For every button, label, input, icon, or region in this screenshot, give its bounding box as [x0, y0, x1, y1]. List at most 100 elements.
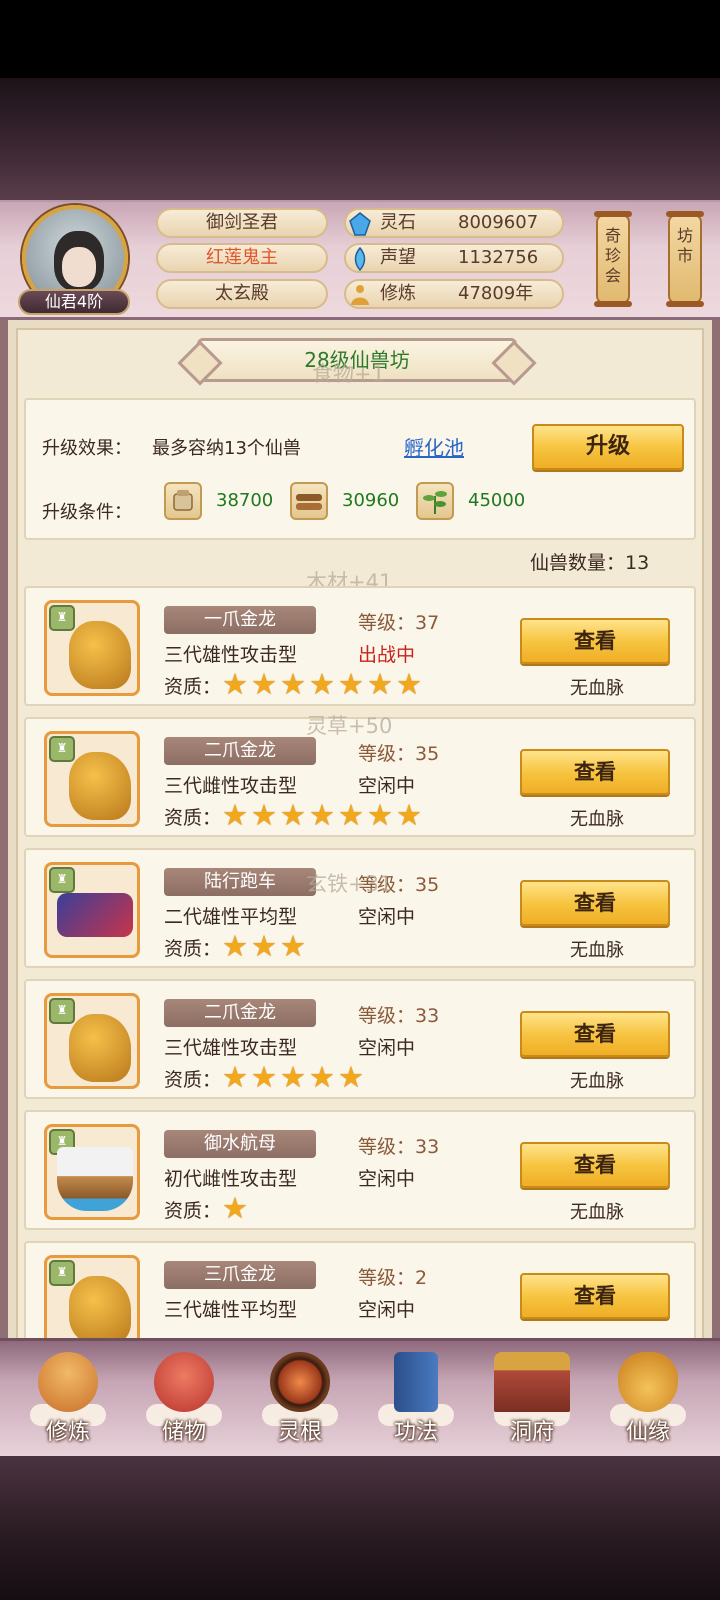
avatar-face — [62, 247, 96, 287]
nav-label: 修炼 — [45, 1420, 90, 1445]
pet-card[interactable]: ♜ 陆行跑车 二代雄性平均型 资质： ★★★ 等级：35 空闲中 查看 无血脉 — [24, 848, 696, 968]
pet-card[interactable]: ♜ 三爪金龙 三代雄性平均型 等级：2 空闲中 查看 — [24, 1241, 696, 1338]
nav-label: 仙缘 — [625, 1420, 670, 1445]
view-button[interactable]: 查看 — [520, 1273, 670, 1319]
game-screen: 仙君4阶 御剑圣君 红莲鬼主 太玄殿 灵石 8009607 声望 1132756… — [0, 0, 720, 1600]
pet-generation: 三代雌性攻击型 — [164, 775, 298, 797]
nav-label: 功法 — [393, 1420, 438, 1445]
resource-reputation: 声望 1132756 — [344, 243, 564, 273]
pet-card[interactable]: ♜ 一爪金龙 三代雄性攻击型 资质： ★★★★★★★ 等级：37 出战中 查看 … — [24, 586, 696, 706]
pet-status: 空闲中 — [358, 906, 416, 928]
view-button[interactable]: 查看 — [520, 749, 670, 795]
nav-spirit-root[interactable]: 灵根 — [252, 1350, 348, 1450]
nav-cultivate[interactable]: 修炼 — [20, 1350, 116, 1450]
pet-art — [69, 621, 131, 689]
pet-level: 等级：37 — [358, 612, 440, 634]
lock-icon[interactable]: ♜ — [49, 1260, 75, 1286]
resource-value: 1132756 — [458, 247, 539, 268]
view-button[interactable]: 查看 — [520, 1011, 670, 1057]
nav-cave-mansion[interactable]: 洞府 — [484, 1350, 580, 1450]
bloodline-text: 无血脉 — [570, 940, 624, 961]
bloodline-text: 无血脉 — [570, 809, 624, 830]
pet-status: 空闲中 — [358, 775, 416, 797]
cave-mansion-icon — [494, 1352, 570, 1412]
pet-status: 空闲中 — [358, 1168, 416, 1190]
floating-gain-text: 玄铁+31 — [306, 872, 393, 896]
pet-art — [69, 1014, 131, 1082]
herb-cost: 45000 — [468, 490, 526, 511]
quality-stars: ★★★★★★★ — [222, 798, 425, 832]
pet-generation: 三代雄性平均型 — [164, 1299, 298, 1321]
reputation-icon — [354, 247, 366, 271]
top-decor-band — [0, 78, 720, 200]
effect-label: 升级效果： — [42, 438, 132, 459]
pet-card[interactable]: ♜ 御水航母 初代雌性攻击型 资质： ★ 等级：33 空闲中 查看 无血脉 — [24, 1110, 696, 1230]
pet-level: 等级：33 — [358, 1136, 440, 1158]
floating-gain-text: 食物+1 — [312, 362, 385, 386]
dragon-icon[interactable]: ♜ — [44, 731, 140, 827]
cultivate-icon — [38, 1352, 98, 1412]
resource-cultivation: 修炼 47809年 — [344, 279, 564, 309]
bloodline-text: 无血脉 — [570, 1202, 624, 1223]
pet-status: 空闲中 — [358, 1299, 416, 1321]
market-scroll-button[interactable]: 坊市 — [666, 211, 704, 307]
quality-label: 资质： — [164, 1069, 222, 1091]
dragon-icon[interactable]: ♜ — [44, 1255, 140, 1338]
pet-generation: 三代雄性攻击型 — [164, 1037, 298, 1059]
quality-label: 资质： — [164, 676, 222, 698]
condition-label: 升级条件： — [42, 502, 132, 523]
title-sect[interactable]: 太玄殿 — [156, 279, 328, 309]
resource-spirit-stone: 灵石 8009607 — [344, 208, 564, 238]
technique-book-icon — [394, 1352, 438, 1412]
pet-art — [69, 752, 131, 820]
quality-stars: ★★★★★★★ — [222, 667, 425, 701]
upgrade-button[interactable]: 升级 — [532, 424, 684, 470]
lock-icon[interactable]: ♜ — [49, 867, 75, 893]
resource-value: 47809年 — [458, 283, 534, 304]
ship-icon[interactable]: ♜ — [44, 1124, 140, 1220]
pet-generation: 三代雄性攻击型 — [164, 644, 298, 666]
bloodline-text: 无血脉 — [570, 678, 624, 699]
wood-cost: 30960 — [342, 490, 400, 511]
cultivation-icon — [351, 285, 369, 305]
nav-fortune[interactable]: 仙缘 — [600, 1350, 696, 1450]
pet-generation: 二代雄性平均型 — [164, 906, 298, 928]
race-car-icon[interactable]: ♜ — [44, 862, 140, 958]
storage-bag-icon — [154, 1352, 214, 1412]
wood-icon — [290, 482, 328, 520]
title-sword-saint[interactable]: 御剑圣君 — [156, 208, 328, 238]
title-red-lotus[interactable]: 红莲鬼主 — [156, 243, 328, 273]
pet-name: 三爪金龙 — [164, 1261, 316, 1289]
quality-stars: ★★★★★ — [222, 1060, 367, 1094]
nav-technique[interactable]: 功法 — [368, 1350, 464, 1450]
herb-icon — [416, 482, 454, 520]
pet-name: 陆行跑车 — [164, 868, 316, 896]
quality-label: 资质： — [164, 807, 222, 829]
hatch-pool-link[interactable]: 孵化池 — [404, 432, 464, 461]
view-button[interactable]: 查看 — [520, 1142, 670, 1188]
quality-stars: ★★★ — [222, 929, 309, 963]
pet-card[interactable]: ♜ 二爪金龙 三代雄性攻击型 资质： ★★★★★ 等级：33 空闲中 查看 无血… — [24, 979, 696, 1099]
floating-gain-text: 灵草+50 — [306, 714, 393, 738]
lock-icon[interactable]: ♜ — [49, 736, 75, 762]
view-button[interactable]: 查看 — [520, 880, 670, 926]
lock-icon[interactable]: ♜ — [49, 605, 75, 631]
resource-value: 8009607 — [458, 212, 539, 233]
spirit-stone-icon — [349, 212, 371, 236]
dragon-icon[interactable]: ♜ — [44, 993, 140, 1089]
lock-icon[interactable]: ♜ — [49, 998, 75, 1024]
pet-name: 御水航母 — [164, 1130, 316, 1158]
pet-name: 二爪金龙 — [164, 737, 316, 765]
resource-label: 声望 — [380, 247, 416, 268]
pet-list[interactable]: ♜ 一爪金龙 三代雄性攻击型 资质： ★★★★★★★ 等级：37 出战中 查看 … — [24, 578, 696, 1338]
quality-label: 资质： — [164, 938, 222, 960]
pet-name: 一爪金龙 — [164, 606, 316, 634]
nav-storage[interactable]: 储物 — [136, 1350, 232, 1450]
view-button[interactable]: 查看 — [520, 618, 670, 664]
resource-label: 灵石 — [380, 212, 416, 233]
scroll-label: 坊市 — [676, 226, 693, 265]
pet-status: 出战中 — [358, 644, 416, 666]
treasure-fair-scroll-button[interactable]: 奇珍会 — [594, 211, 632, 307]
pet-art — [57, 1147, 133, 1211]
dragon-icon[interactable]: ♜ — [44, 600, 140, 696]
